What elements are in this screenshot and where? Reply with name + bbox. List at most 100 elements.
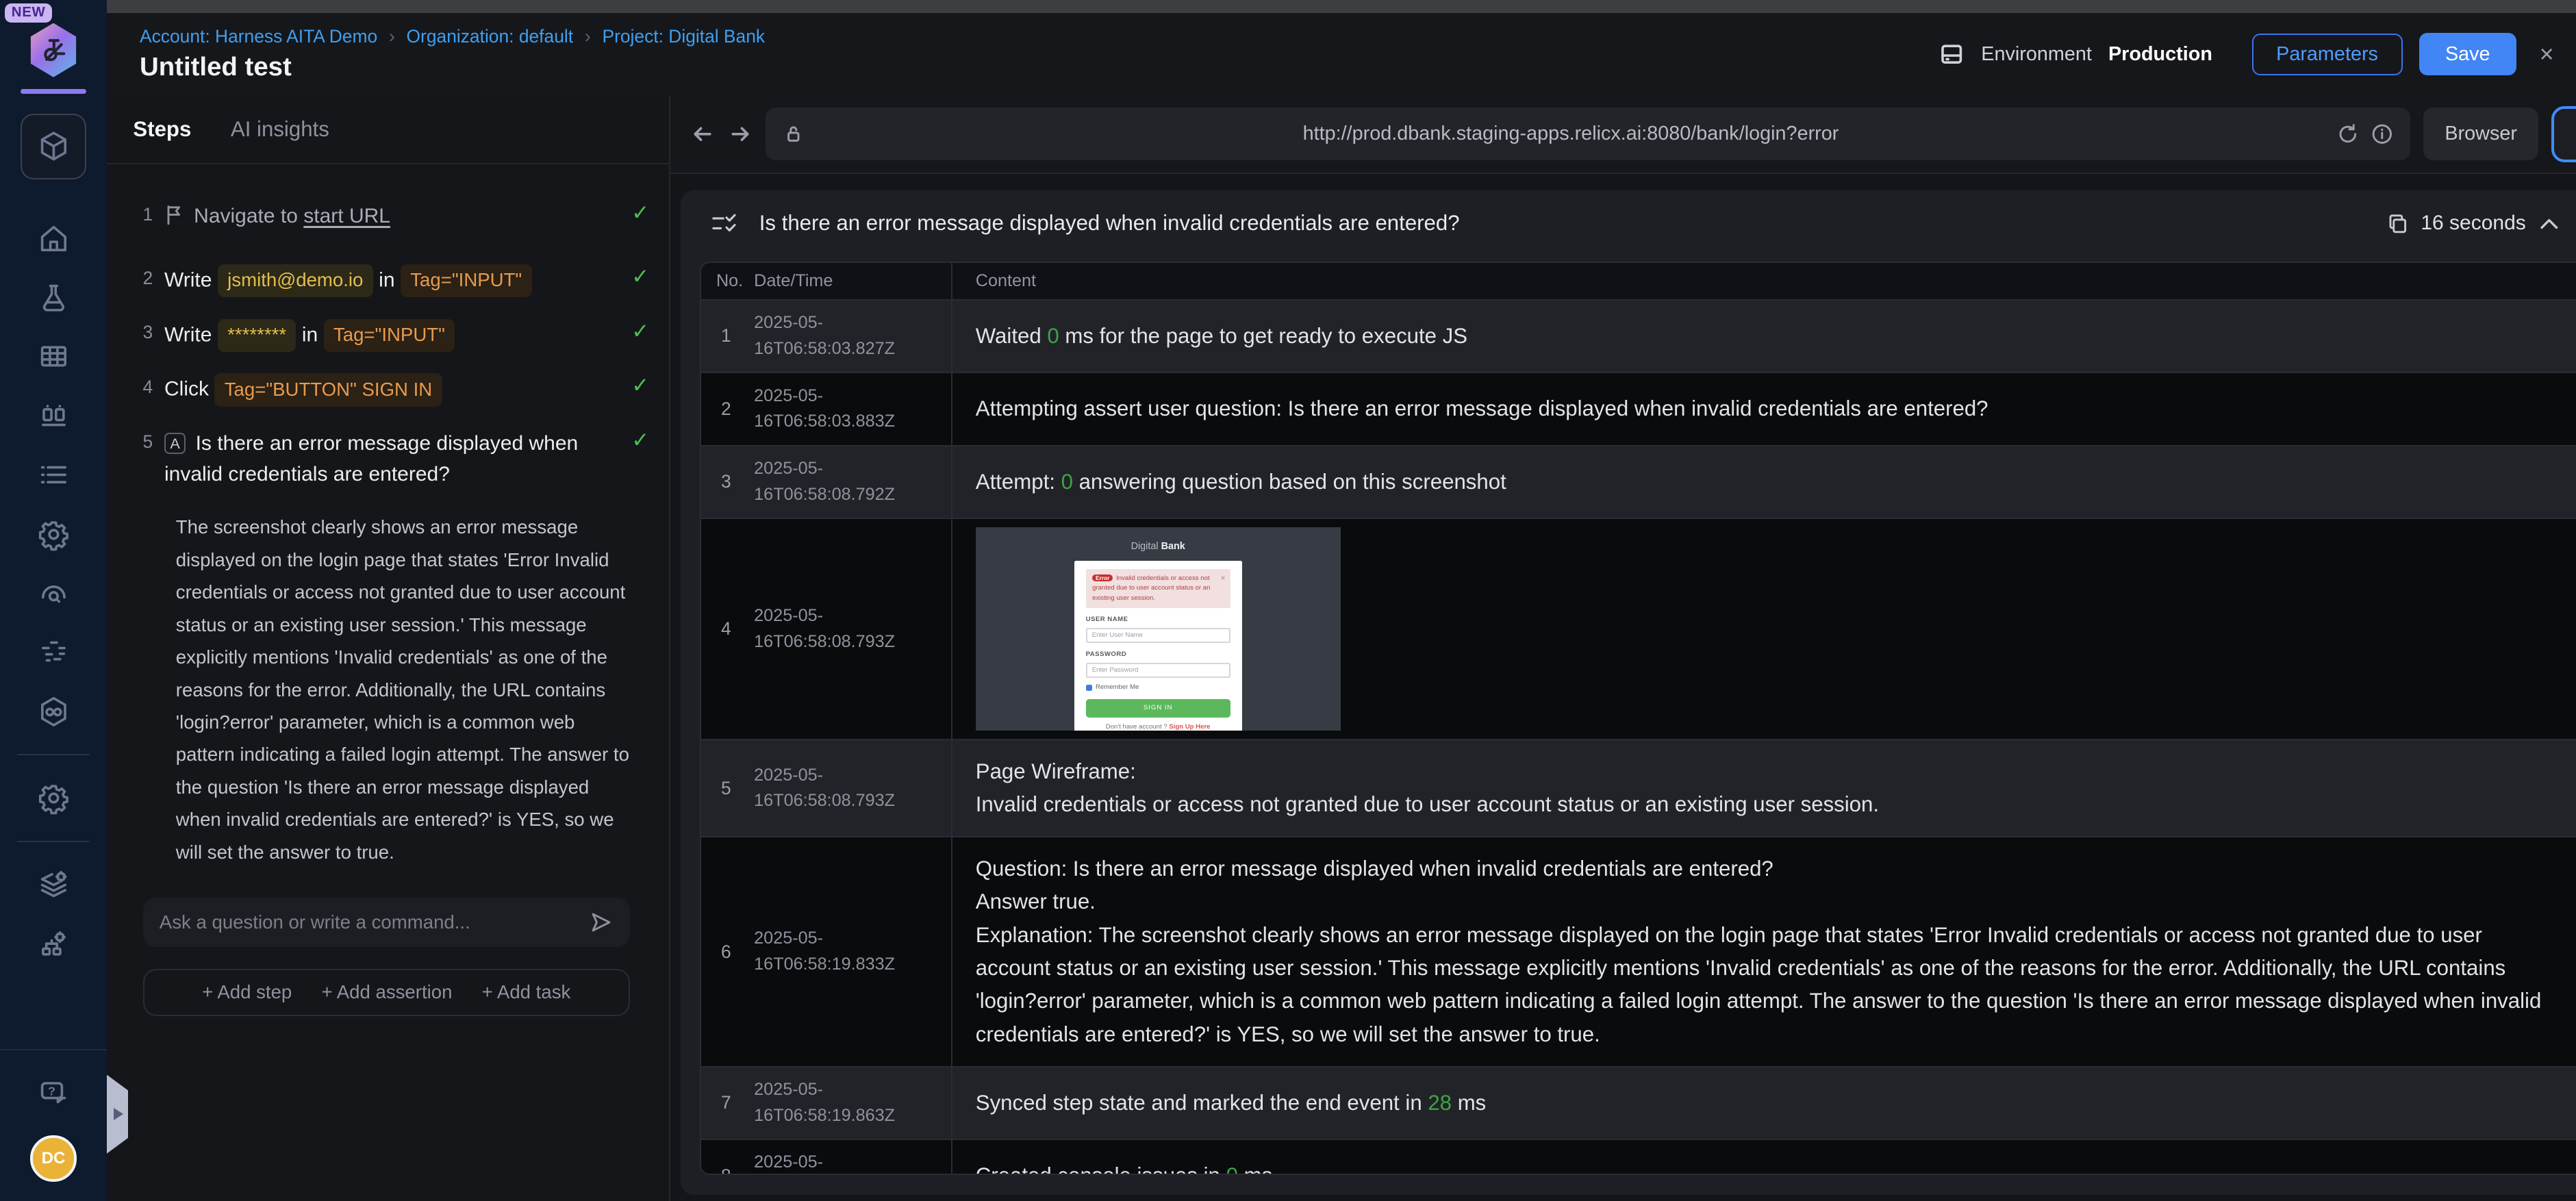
step-row-3[interactable]: 3 Write ******** in Tag="INPUT" — [123, 318, 649, 353]
step-success-check-icon — [631, 264, 649, 289]
sidebar-item-account-settings[interactable] — [34, 779, 73, 818]
help-button[interactable]: ? — [34, 1073, 73, 1113]
step-row-5[interactable]: 5 A Is there an error message displayed w… — [123, 428, 649, 490]
row-content: Page Wireframe: Invalid credentials or a… — [951, 740, 2576, 837]
row-timestamp: 2025-05-16T06:58:19.833Z — [754, 928, 896, 974]
test-runs-icon — [41, 404, 66, 427]
org-structure-gear-icon — [41, 931, 66, 956]
thumb-username-input: Enter User Name — [1085, 628, 1230, 643]
thumb-remember-row: Remember Me — [1085, 683, 1230, 693]
close-icon[interactable] — [2540, 40, 2554, 68]
sidebar-item-home[interactable] — [34, 218, 73, 258]
user-avatar[interactable]: DC — [30, 1135, 77, 1182]
row-number: 7 — [721, 1092, 731, 1113]
step-conjunction: in — [379, 268, 395, 292]
parameters-button[interactable]: Parameters — [2251, 33, 2403, 75]
gear-icon — [38, 520, 68, 551]
screenshot-thumbnail[interactable]: Digital Bank Error Invalid credentials or… — [975, 527, 1341, 731]
row-content: Waited 0 ms for the page to get ready to… — [975, 323, 1468, 348]
add-assertion-button[interactable]: + Add assertion — [321, 981, 452, 1003]
log-question-header[interactable]: Is there an error message displayed when… — [681, 190, 2576, 256]
sidebar-item-settings[interactable] — [34, 514, 73, 554]
sidebar-item-project-setup[interactable] — [34, 865, 73, 905]
step-success-check-icon — [631, 373, 649, 398]
tab-logs[interactable]: Logs — [2551, 105, 2576, 162]
chevron-up-icon[interactable] — [2538, 214, 2561, 233]
sidebar-item-list[interactable] — [34, 455, 73, 495]
environment-icon — [1941, 45, 1962, 64]
back-arrow-icon[interactable] — [690, 123, 715, 146]
thumb-checkbox-icon — [1085, 684, 1093, 692]
logs-content: Is there an error message displayed when… — [670, 174, 2576, 1201]
log-row: 5 2025-05-16T06:58:08.793Z Page Wirefram… — [701, 740, 2576, 838]
modules-cube-icon — [40, 131, 66, 161]
tab-steps[interactable]: Steps — [133, 117, 191, 142]
step-success-check-icon — [631, 319, 649, 344]
building-blocks-icon — [41, 641, 66, 662]
rail-divider — [17, 841, 90, 842]
infinity-icon — [40, 696, 66, 726]
step-row-2[interactable]: 2 Write jsmith@demo.io in Tag="INPUT" — [123, 264, 649, 298]
sidebar-item-modules[interactable] — [21, 113, 86, 179]
assertion-marker-icon: A — [164, 433, 186, 455]
row-timestamp: 2025-05-16T06:58:08.793Z — [754, 765, 896, 811]
add-step-button[interactable]: + Add step — [202, 981, 292, 1003]
thumb-brand: Digital Bank — [1131, 540, 1185, 552]
start-url-link[interactable]: start URL — [303, 205, 390, 227]
help-chat-icon: ? — [40, 1081, 66, 1104]
sidebar-item-blocks[interactable] — [34, 633, 73, 672]
row-timestamp: 2025-05-16T06:58:08.792Z — [754, 458, 896, 504]
page-title: Untitled test — [140, 52, 292, 82]
sidebar-item-data-grid[interactable] — [34, 337, 73, 377]
save-button[interactable]: Save — [2419, 33, 2516, 76]
sidebar-item-test-runs[interactable] — [34, 396, 73, 435]
thumb-signup-line: Don't have account ? Sign Up Here — [1105, 723, 1211, 731]
sidebar-item-sessions[interactable] — [34, 574, 73, 614]
send-icon[interactable] — [589, 910, 614, 935]
row-content: Synced step state and marked the end eve… — [975, 1090, 1487, 1115]
url-text[interactable]: http://prod.dbank.staging-apps.relicx.ai… — [805, 123, 2336, 145]
log-question-text: Is there an error message displayed when… — [759, 211, 1460, 236]
app-window: NEW ? DC Account: Harness AITA Demo › Or… — [0, 0, 2576, 1201]
rail-divider — [0, 1048, 107, 1050]
lab-flask-icon — [42, 284, 64, 312]
thumb-password-input: Enter Password — [1085, 663, 1230, 678]
log-row: 1 2025-05-16T06:58:03.827Z Waited 0 ms f… — [701, 300, 2576, 374]
environment-value[interactable]: Production — [2108, 43, 2212, 66]
command-input[interactable] — [159, 911, 589, 934]
info-icon[interactable] — [2371, 123, 2394, 146]
breadcrumb: Account: Harness AITA Demo Organization:… — [140, 26, 765, 47]
url-bar[interactable]: http://prod.dbank.staging-apps.relicx.ai… — [766, 108, 2410, 161]
copy-icon[interactable] — [2386, 212, 2410, 236]
window-top-strip — [107, 0, 2576, 14]
breadcrumb-organization[interactable]: Organization: default — [407, 26, 574, 47]
step-number: 4 — [142, 377, 153, 398]
forward-arrow-icon[interactable] — [728, 123, 753, 146]
row-number: 3 — [721, 471, 731, 492]
row-number: 2 — [721, 398, 731, 419]
step-row-4[interactable]: 4 Click Tag="BUTTON" SIGN IN — [123, 373, 649, 407]
assertion-explanation: The screenshot clearly shows an error me… — [175, 516, 629, 863]
environment-label: Environment — [1981, 42, 2092, 65]
harness-aita-logo-icon[interactable] — [30, 23, 77, 77]
row-timestamp: 2025-05-16T06:58:19.863Z — [754, 1152, 823, 1172]
step-number: 1 — [142, 203, 153, 225]
step-value-badge: jsmith@demo.io — [217, 264, 373, 298]
breadcrumb-account[interactable]: Account: Harness AITA Demo — [140, 26, 377, 47]
assert-checklist-icon — [712, 214, 736, 232]
step-row-1[interactable]: 1 Navigate to start URL — [123, 201, 649, 231]
breadcrumb-project[interactable]: Project: Digital Bank — [602, 26, 765, 47]
row-number: 1 — [721, 325, 731, 346]
tab-ai-insights[interactable]: AI insights — [231, 117, 329, 142]
column-header-content: Content — [951, 262, 2576, 299]
step-value-badge: ******** — [217, 318, 296, 353]
sidebar-item-org-structure[interactable] — [34, 924, 73, 964]
sidebar-item-lab[interactable] — [34, 278, 73, 318]
refresh-icon[interactable] — [2336, 123, 2360, 146]
browser-bar: http://prod.dbank.staging-apps.relicx.ai… — [670, 95, 2576, 175]
row-content: Attempt: 0 answering question based on t… — [975, 469, 1506, 494]
sidebar-item-automation[interactable] — [34, 692, 73, 731]
add-task-button[interactable]: + Add task — [482, 981, 571, 1003]
step-action: Write — [164, 268, 212, 292]
tab-browser[interactable]: Browser — [2423, 108, 2539, 161]
